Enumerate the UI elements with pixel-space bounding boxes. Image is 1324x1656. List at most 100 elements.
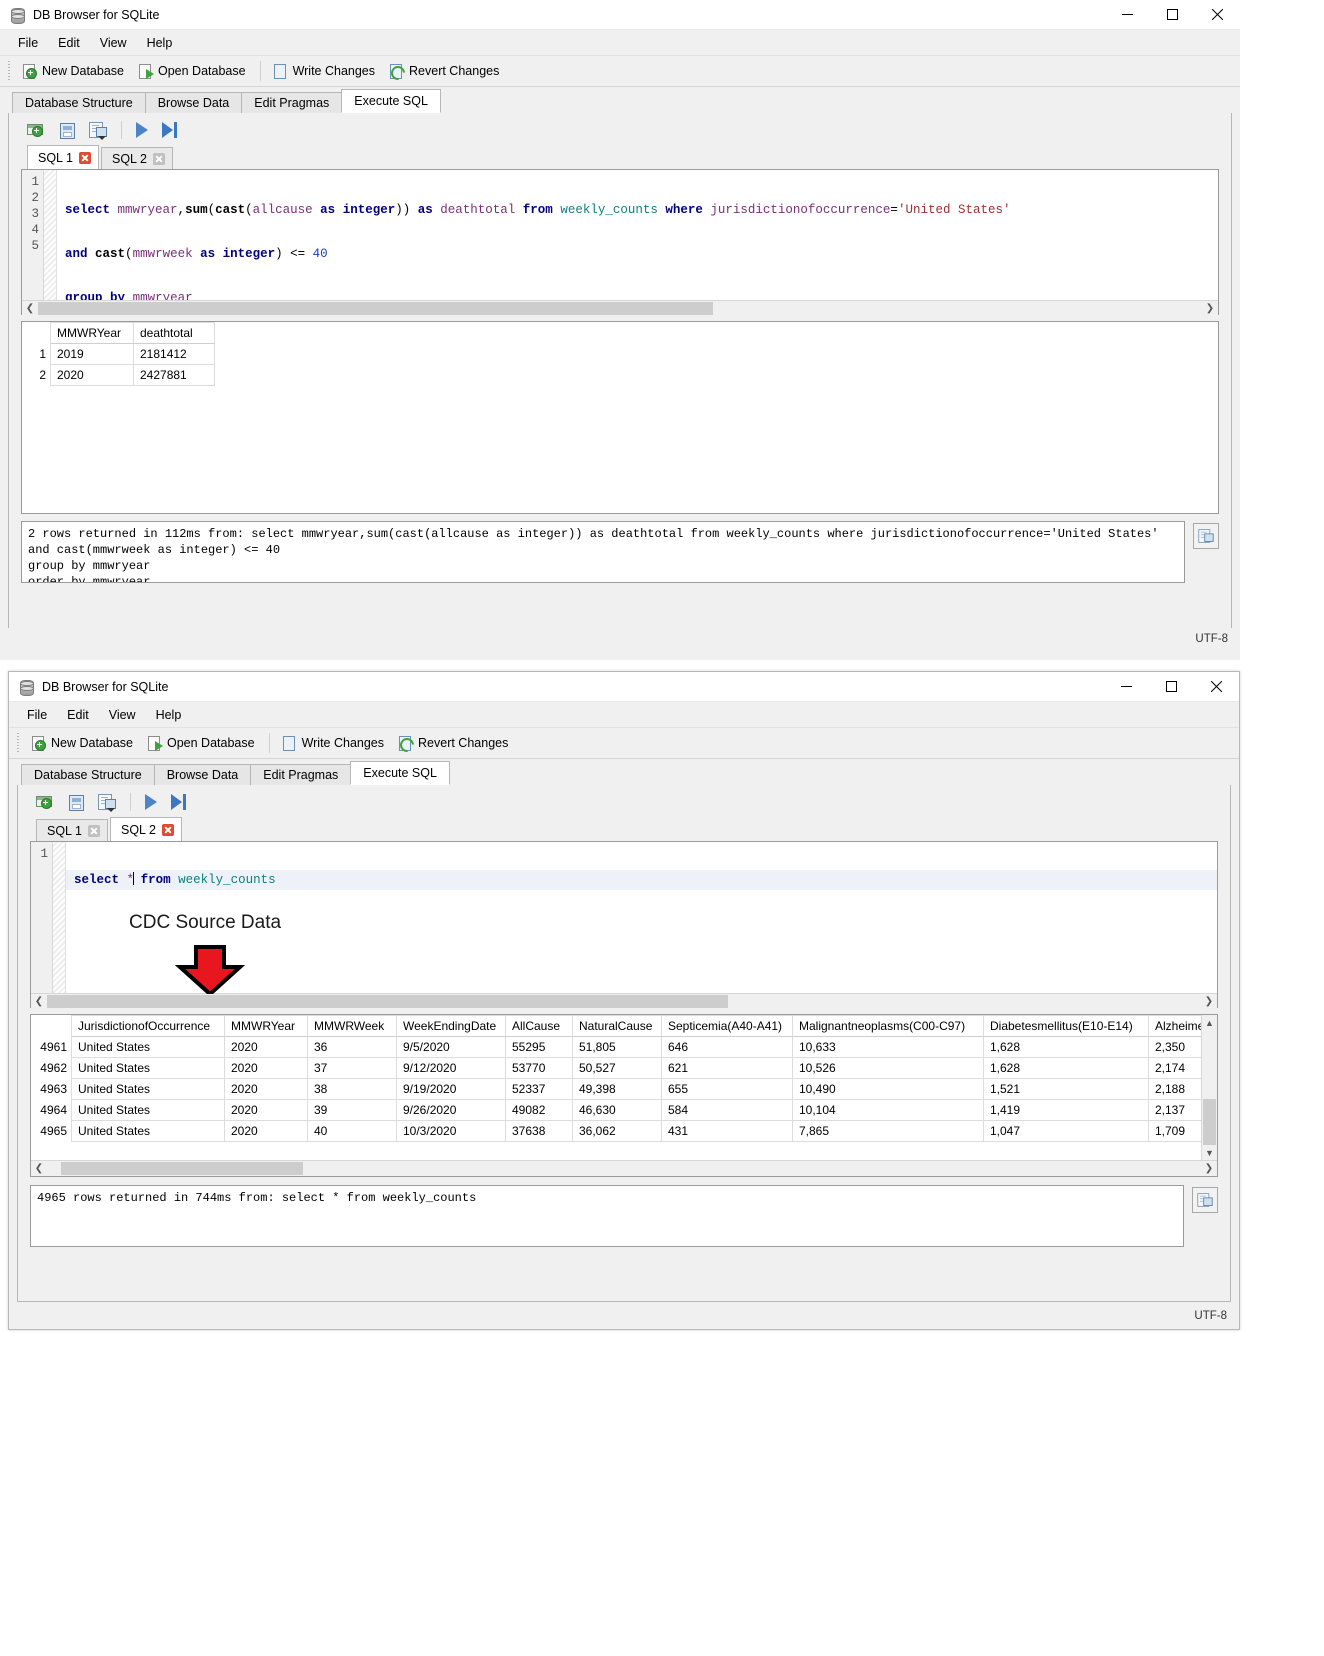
scroll-left-icon[interactable]: ❮ <box>31 1161 47 1176</box>
open-sql-tab-icon[interactable] <box>27 122 45 138</box>
sql-editor-1[interactable]: 1 2 3 4 5 select mmwryear,sum(cast(allca… <box>21 169 1219 316</box>
menubar-2[interactable]: File Edit View Help <box>9 702 1239 727</box>
main-tabs-1[interactable]: Database Structure Browse Data Edit Prag… <box>0 89 1240 113</box>
results-grid-1[interactable]: MMWRYear deathtotal 1 2019 2181412 2 202… <box>21 321 1219 514</box>
sql-tabs-1[interactable]: SQL 1 SQL 2 <box>9 145 1231 169</box>
column-header-diabetesmellitus[interactable]: Diabetesmellitus(E10-E14) <box>983 1015 1149 1037</box>
hscroll-track[interactable] <box>47 994 1201 1009</box>
cell-diabetesmellitus[interactable]: 1,628 <box>983 1036 1149 1058</box>
save-results-button[interactable] <box>1193 523 1219 549</box>
menu-view[interactable]: View <box>90 33 137 53</box>
sql-tab-2[interactable]: SQL 2 <box>100 147 173 169</box>
save-sql-file-icon[interactable] <box>89 121 107 140</box>
menu-view[interactable]: View <box>99 705 146 725</box>
cell-septicemia[interactable]: 621 <box>661 1057 793 1079</box>
cell-alzheimerdisease[interactable]: 2,188 <box>1148 1078 1201 1100</box>
vscroll-thumb[interactable] <box>1203 1099 1216 1145</box>
cell-diabetesmellitus[interactable]: 1,047 <box>983 1120 1149 1142</box>
cell-alzheimerdisease[interactable]: 2,174 <box>1148 1057 1201 1079</box>
column-header-deathtotal[interactable]: deathtotal <box>133 322 215 344</box>
cell-mmwrweek[interactable]: 40 <box>307 1120 397 1142</box>
maximize-button[interactable] <box>1149 672 1194 701</box>
cell-mmwryear[interactable]: 2020 <box>224 1099 308 1121</box>
execute-all-icon[interactable] <box>145 793 157 810</box>
cell-allcause[interactable]: 52337 <box>505 1078 573 1100</box>
menubar-1[interactable]: File Edit View Help <box>0 30 1240 55</box>
sql-tab-1[interactable]: SQL 1 <box>36 819 108 841</box>
cell-mmwrweek[interactable]: 37 <box>307 1057 397 1079</box>
cell-jurisdiction[interactable]: United States <box>71 1099 225 1121</box>
cell-mmwryear[interactable]: 2020 <box>50 364 134 386</box>
row-number[interactable]: 2 <box>22 364 51 386</box>
table-row[interactable]: 1 2019 2181412 <box>22 343 215 365</box>
cell-alzheimerdisease[interactable]: 1,709 <box>1148 1120 1201 1142</box>
menu-file[interactable]: File <box>8 33 48 53</box>
cell-malignantneoplasms[interactable]: 10,633 <box>792 1036 984 1058</box>
cell-mmwryear[interactable]: 2019 <box>50 343 134 365</box>
cell-jurisdiction[interactable]: United States <box>71 1120 225 1142</box>
main-tabs-2[interactable]: Database Structure Browse Data Edit Prag… <box>9 761 1239 785</box>
cell-mmwryear[interactable]: 2020 <box>224 1036 308 1058</box>
sql-tab-1[interactable]: SQL 1 <box>27 145 99 169</box>
editor-code-2[interactable]: select * from weekly_counts <box>66 842 1217 993</box>
column-header-jurisdictionofoccurrence[interactable]: JurisdictionofOccurrence <box>71 1015 225 1037</box>
column-header-malignantneoplasms[interactable]: Malignantneoplasms(C00-C97) <box>792 1015 984 1037</box>
cell-malignantneoplasms[interactable]: 10,526 <box>792 1057 984 1079</box>
close-button[interactable] <box>1195 0 1240 29</box>
cell-weekendingdate[interactable]: 9/5/2020 <box>396 1036 506 1058</box>
write-changes-button[interactable]: Write Changes <box>276 732 392 754</box>
results-grid-2[interactable]: JurisdictionofOccurrence MMWRYear MMWRWe… <box>30 1014 1218 1177</box>
cell-septicemia[interactable]: 431 <box>661 1120 793 1142</box>
cell-allcause[interactable]: 55295 <box>505 1036 573 1058</box>
open-database-button[interactable]: Open Database <box>141 732 263 754</box>
main-toolbar-1[interactable]: New Database Open Database Write Changes… <box>0 55 1240 87</box>
new-database-button[interactable]: New Database <box>16 60 132 82</box>
revert-changes-button[interactable]: Revert Changes <box>383 60 507 83</box>
titlebar-1[interactable]: DB Browser for SQLite <box>0 0 1240 30</box>
editor-code-1[interactable]: select mmwryear,sum(cast(allcause as int… <box>57 170 1218 300</box>
column-header-septicemia[interactable]: Septicemia(A40-A41) <box>661 1015 793 1037</box>
hscroll-track[interactable] <box>38 301 1202 316</box>
cell-diabetesmellitus[interactable]: 1,419 <box>983 1099 1149 1121</box>
cell-allcause[interactable]: 53770 <box>505 1057 573 1079</box>
close-icon[interactable] <box>161 823 174 836</box>
cell-naturalcause[interactable]: 36,062 <box>572 1120 662 1142</box>
menu-help[interactable]: Help <box>146 705 192 725</box>
close-icon[interactable] <box>152 152 165 165</box>
cell-malignantneoplasms[interactable]: 10,490 <box>792 1078 984 1100</box>
tab-edit-pragmas[interactable]: Edit Pragmas <box>241 92 343 113</box>
message-box-2[interactable]: 4965 rows returned in 744ms from: select… <box>30 1185 1184 1247</box>
cell-alzheimerdisease[interactable]: 2,137 <box>1148 1099 1201 1121</box>
minimize-button[interactable] <box>1105 0 1150 29</box>
close-button[interactable] <box>1194 672 1239 701</box>
tab-execute-sql[interactable]: Execute SQL <box>350 761 450 785</box>
cell-weekendingdate[interactable]: 9/19/2020 <box>396 1078 506 1100</box>
cell-allcause[interactable]: 49082 <box>505 1099 573 1121</box>
cell-weekendingdate[interactable]: 10/3/2020 <box>396 1120 506 1142</box>
tab-database-structure[interactable]: Database Structure <box>12 92 146 113</box>
execute-current-line-icon[interactable] <box>171 793 186 810</box>
tab-execute-sql[interactable]: Execute SQL <box>341 89 441 113</box>
message-box-1[interactable]: 2 rows returned in 112ms from: select mm… <box>21 521 1185 583</box>
table-row[interactable]: 4962 United States 2020 37 9/12/2020 537… <box>31 1057 1201 1079</box>
menu-file[interactable]: File <box>17 705 57 725</box>
open-sql-file-icon[interactable] <box>68 794 84 811</box>
close-icon[interactable] <box>87 824 100 837</box>
row-number[interactable]: 4963 <box>31 1078 72 1100</box>
window-db-browser-1[interactable]: DB Browser for SQLite File Edit View Hel… <box>0 0 1240 660</box>
tab-database-structure[interactable]: Database Structure <box>21 764 155 785</box>
revert-changes-button[interactable]: Revert Changes <box>392 732 516 755</box>
cell-naturalcause[interactable]: 46,630 <box>572 1099 662 1121</box>
column-header-mmwrweek[interactable]: MMWRWeek <box>307 1015 397 1037</box>
row-number[interactable]: 4962 <box>31 1057 72 1079</box>
column-header-weekendingdate[interactable]: WeekEndingDate <box>396 1015 506 1037</box>
table-row[interactable]: 4965 United States 2020 40 10/3/2020 376… <box>31 1120 1201 1142</box>
open-sql-tab-icon[interactable] <box>36 794 54 810</box>
cell-deathtotal[interactable]: 2427881 <box>133 364 215 386</box>
cell-alzheimerdisease[interactable]: 2,350 <box>1148 1036 1201 1058</box>
column-header-allcause[interactable]: AllCause <box>505 1015 573 1037</box>
column-header-mmwryear[interactable]: MMWRYear <box>224 1015 308 1037</box>
scroll-left-icon[interactable]: ❮ <box>31 994 47 1009</box>
cell-malignantneoplasms[interactable]: 10,104 <box>792 1099 984 1121</box>
cell-weekendingdate[interactable]: 9/26/2020 <box>396 1099 506 1121</box>
